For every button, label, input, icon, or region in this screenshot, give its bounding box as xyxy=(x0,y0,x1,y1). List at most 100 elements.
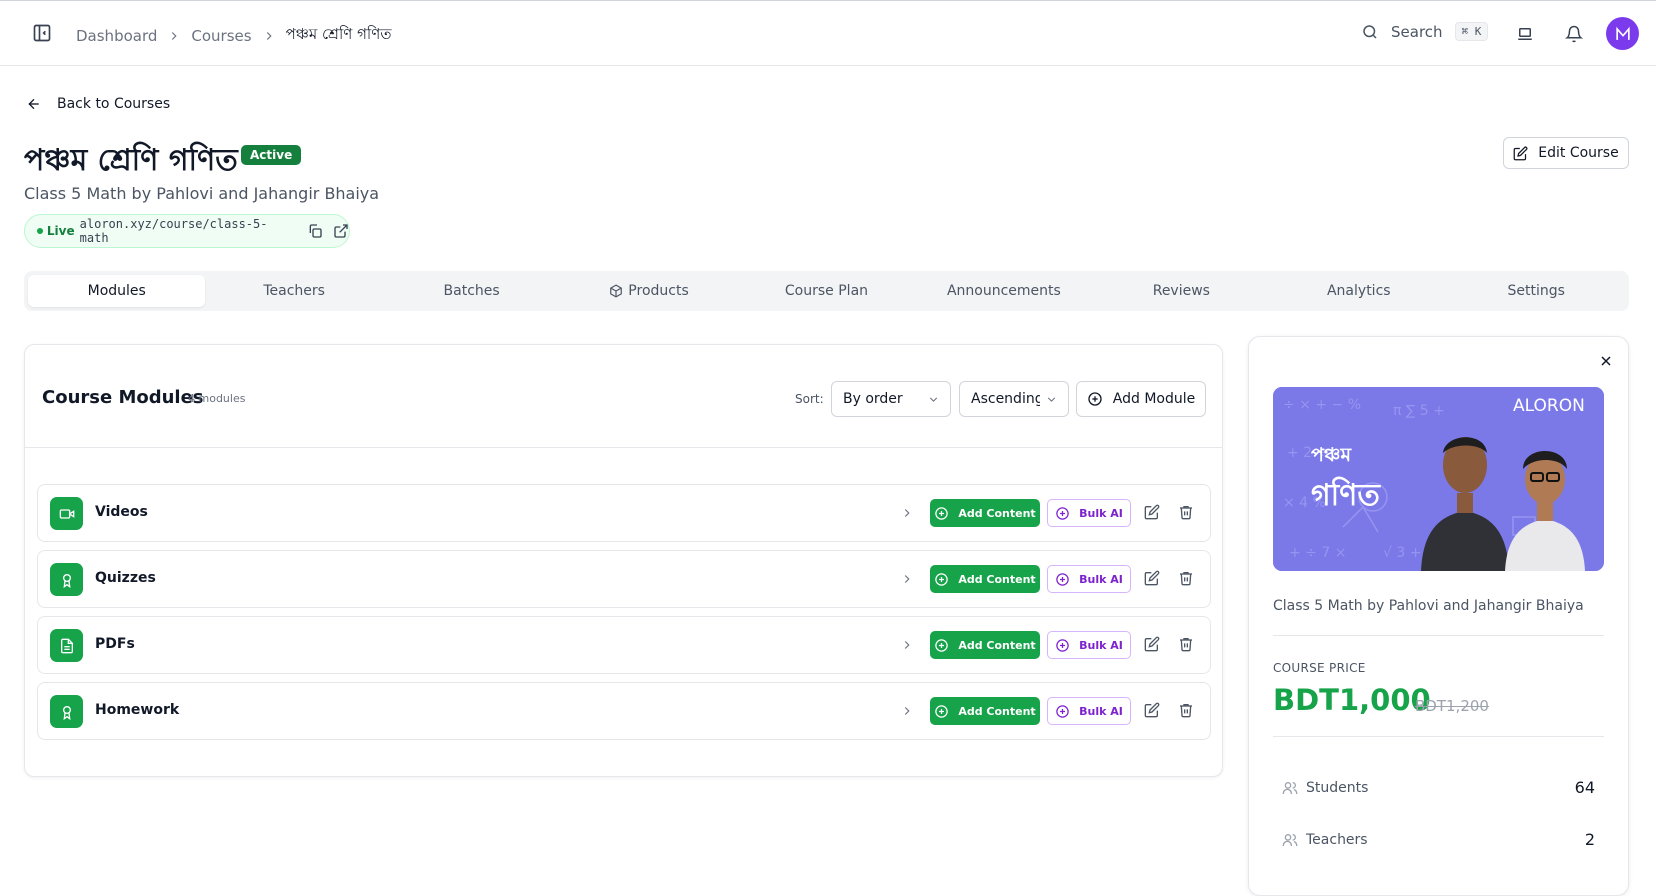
back-to-courses-link[interactable]: Back to Courses xyxy=(26,96,170,112)
top-bar: Dashboard Courses পঞ্চম শ্রেণি গণিত Sear… xyxy=(0,0,1656,66)
modules-card-header: Course Modules 4 modules Sort: By order … xyxy=(25,345,1222,448)
edit-icon[interactable] xyxy=(1144,570,1160,586)
chevron-right-icon[interactable] xyxy=(900,638,914,652)
bulk-ai-button[interactable]: Bulk AI xyxy=(1047,631,1131,659)
tab-analytics[interactable]: Analytics xyxy=(1270,275,1447,307)
module-row-videos[interactable]: Videos Add Content Bulk AI xyxy=(37,484,1211,542)
plus-circle-icon xyxy=(1056,638,1069,652)
avatar-logo-icon xyxy=(1615,26,1630,40)
search-icon xyxy=(1361,23,1379,41)
course-thumbnail: ÷ × + − % π ∑ 5 + + 2 ÷ × 4 % + ÷ 7 × √ … xyxy=(1273,387,1604,571)
external-link-icon[interactable] xyxy=(333,223,349,239)
copy-icon[interactable] xyxy=(307,223,323,239)
trash-icon[interactable] xyxy=(1178,504,1194,520)
svg-text:÷ × + − %: ÷ × + − % xyxy=(1283,397,1361,413)
add-content-button[interactable]: Add Content xyxy=(930,631,1040,659)
stat-label: Students xyxy=(1306,779,1369,796)
stat-value: 64 xyxy=(1574,778,1595,797)
live-url-pill: Live aloron.xyz/course/class-5-math xyxy=(24,214,350,248)
add-content-button[interactable]: Add Content xyxy=(930,499,1040,527)
laptop-icon[interactable] xyxy=(1516,25,1534,43)
course-modules-card: Course Modules 4 modules Sort: By order … xyxy=(24,344,1223,777)
chevron-down-icon xyxy=(1047,397,1056,402)
sort-by-value: By order xyxy=(843,391,903,407)
bulk-ai-label: Bulk AI xyxy=(1079,572,1123,586)
users-icon xyxy=(1282,781,1298,794)
edit-icon[interactable] xyxy=(1144,504,1160,520)
course-price: BDT1,000 xyxy=(1273,683,1431,717)
svg-text:+ ÷ 7 ×: + ÷ 7 × xyxy=(1289,545,1346,561)
thumbnail-line2: গণিত xyxy=(1311,476,1381,513)
add-module-button[interactable]: Add Module xyxy=(1076,381,1206,417)
module-row-pdfs[interactable]: PDFs Add Content Bulk AI xyxy=(37,616,1211,674)
chevron-right-icon[interactable] xyxy=(900,704,914,718)
module-row-quizzes[interactable]: Quizzes Add Content Bulk AI xyxy=(37,550,1211,608)
plus-circle-icon xyxy=(1056,506,1069,520)
module-name: PDFs xyxy=(95,636,135,652)
course-tabs: Modules Teachers Batches Products Course… xyxy=(24,271,1629,311)
edit-icon[interactable] xyxy=(1144,636,1160,652)
module-name: Homework xyxy=(95,702,180,718)
sort-direction-select[interactable]: Ascending xyxy=(959,381,1069,417)
search-label: Search xyxy=(1391,22,1443,41)
bell-icon[interactable] xyxy=(1565,25,1583,43)
chevron-right-icon xyxy=(167,29,181,43)
close-icon[interactable] xyxy=(1598,353,1614,369)
tab-teachers[interactable]: Teachers xyxy=(205,275,382,307)
bulk-ai-button[interactable]: Bulk AI xyxy=(1047,499,1131,527)
live-label: Live xyxy=(46,224,75,238)
chevron-right-icon[interactable] xyxy=(900,506,914,520)
chevron-right-icon xyxy=(262,29,276,43)
tab-reviews[interactable]: Reviews xyxy=(1093,275,1270,307)
modules-count: 4 modules xyxy=(188,392,246,405)
stat-value: 2 xyxy=(1584,830,1595,849)
add-content-button[interactable]: Add Content xyxy=(930,565,1040,593)
svg-text:π ∑ 5 +: π ∑ 5 + xyxy=(1393,403,1445,419)
edit-icon[interactable] xyxy=(1144,702,1160,718)
avatar[interactable] xyxy=(1606,17,1639,50)
panel-description: Class 5 Math by Pahlovi and Jahangir Bha… xyxy=(1273,598,1584,614)
breadcrumb-dashboard[interactable]: Dashboard xyxy=(76,27,157,45)
arrow-left-icon xyxy=(28,98,39,110)
chevron-right-icon[interactable] xyxy=(900,572,914,586)
breadcrumb: Dashboard Courses পঞ্চম শ্রেণি গণিত xyxy=(76,23,392,48)
plus-circle-icon xyxy=(1056,572,1069,586)
tab-batches[interactable]: Batches xyxy=(383,275,560,307)
plus-circle-icon xyxy=(1088,392,1102,406)
add-content-label: Add Content xyxy=(958,638,1036,652)
svg-text:√ 3 +: √ 3 + xyxy=(1383,545,1421,561)
live-dot xyxy=(37,228,43,234)
package-icon xyxy=(610,284,623,298)
tab-modules[interactable]: Modules xyxy=(28,275,206,307)
chevron-down-icon xyxy=(929,397,938,402)
add-content-label: Add Content xyxy=(958,572,1036,586)
trash-icon[interactable] xyxy=(1178,636,1194,652)
course-summary-panel: ÷ × + − % π ∑ 5 + + 2 ÷ × 4 % + ÷ 7 × √ … xyxy=(1248,336,1629,896)
module-row-homework[interactable]: Homework Add Content Bulk AI xyxy=(37,682,1211,740)
sidebar-toggle-icon[interactable] xyxy=(32,23,52,43)
search-button[interactable]: Search ⌘ K xyxy=(1361,22,1489,41)
award-icon xyxy=(50,563,83,596)
file-text-icon xyxy=(50,629,83,662)
bulk-ai-button[interactable]: Bulk AI xyxy=(1047,565,1131,593)
edit-course-button[interactable]: Edit Course xyxy=(1503,137,1629,169)
trash-icon[interactable] xyxy=(1178,570,1194,586)
divider xyxy=(1273,635,1604,636)
tab-settings[interactable]: Settings xyxy=(1448,275,1625,307)
tab-products[interactable]: Products xyxy=(560,275,737,307)
plus-circle-icon xyxy=(935,506,949,520)
divider xyxy=(1273,736,1604,737)
breadcrumb-current: পঞ্চম শ্রেণি গণিত xyxy=(285,25,392,43)
breadcrumb-courses[interactable]: Courses xyxy=(191,27,251,45)
add-module-label: Add Module xyxy=(1112,391,1196,407)
modules-title: Course Modules xyxy=(42,387,204,408)
add-content-button[interactable]: Add Content xyxy=(930,697,1040,725)
bulk-ai-button[interactable]: Bulk AI xyxy=(1047,697,1131,725)
course-price-label: COURSE PRICE xyxy=(1273,661,1366,675)
trash-icon[interactable] xyxy=(1178,702,1194,718)
module-name: Quizzes xyxy=(95,570,156,586)
live-url: aloron.xyz/course/class-5-math xyxy=(79,217,268,245)
sort-by-select[interactable]: By order xyxy=(831,381,951,417)
tab-announcements[interactable]: Announcements xyxy=(915,275,1092,307)
tab-course-plan[interactable]: Course Plan xyxy=(738,275,915,307)
